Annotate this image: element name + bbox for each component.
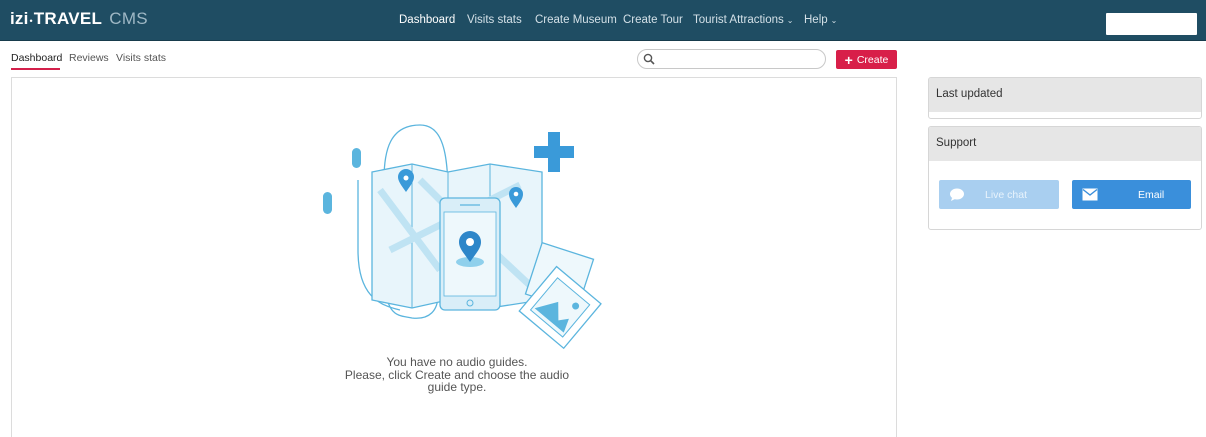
live-chat-label: Live chat: [985, 189, 1028, 201]
last-updated-title: Last updated: [929, 78, 1201, 112]
nav-tourist-attractions-label: Tourist Attractions: [693, 14, 784, 26]
support-card: Support Live chat Email: [928, 126, 1202, 230]
nav-visits-stats[interactable]: Visits stats: [467, 14, 522, 26]
map-phone-illustration: [323, 124, 602, 350]
search-icon: [643, 53, 655, 65]
brand-logo[interactable]: izi • TRAVEL CMS: [10, 9, 148, 31]
nav-help-label: Help: [804, 14, 828, 26]
create-button-label: Create: [856, 53, 889, 66]
search-box[interactable]: [637, 49, 826, 69]
tab-dashboard[interactable]: Dashboard: [11, 52, 62, 64]
search-input[interactable]: [658, 52, 818, 66]
nav-tourist-attractions[interactable]: Tourist Attractions ⌄: [693, 14, 793, 26]
nav-create-museum[interactable]: Create Museum: [535, 14, 617, 26]
empty-state-message: You have no audio guides. Please, click …: [272, 356, 642, 394]
empty-state-line-1: You have no audio guides.: [386, 355, 528, 369]
active-tab-underline: [11, 68, 60, 70]
empty-state-line-3: guide type.: [427, 380, 487, 394]
chat-bubble-icon: [950, 188, 964, 201]
nav-create-tour[interactable]: Create Tour: [623, 14, 683, 26]
main-panel: You have no audio guides. Please, click …: [11, 77, 897, 437]
last-updated-card: Last updated: [928, 77, 1202, 119]
brand-izi: izi: [10, 9, 29, 28]
nav-dashboard[interactable]: Dashboard: [399, 14, 455, 26]
brand-cms: CMS: [109, 9, 148, 28]
brand-dot: •: [29, 16, 33, 26]
top-navbar: izi • TRAVEL CMS Dashboard Visits stats …: [0, 0, 1206, 41]
nav-help[interactable]: Help ⌄: [804, 14, 837, 26]
plus-icon: +: [844, 51, 853, 68]
tab-visits-stats[interactable]: Visits stats: [116, 52, 166, 64]
live-chat-button[interactable]: Live chat: [939, 180, 1059, 209]
create-button[interactable]: + Create: [836, 50, 897, 69]
chevron-down-icon: ⌄: [786, 16, 794, 25]
chevron-down-icon: ⌄: [830, 16, 838, 25]
email-label: Email: [1138, 189, 1165, 201]
brand-travel: TRAVEL: [33, 9, 103, 28]
support-title: Support: [929, 127, 1201, 161]
envelope-icon: [1082, 188, 1098, 201]
email-button[interactable]: Email: [1072, 180, 1191, 209]
user-menu-box[interactable]: [1106, 13, 1197, 35]
tab-reviews[interactable]: Reviews: [69, 52, 109, 64]
